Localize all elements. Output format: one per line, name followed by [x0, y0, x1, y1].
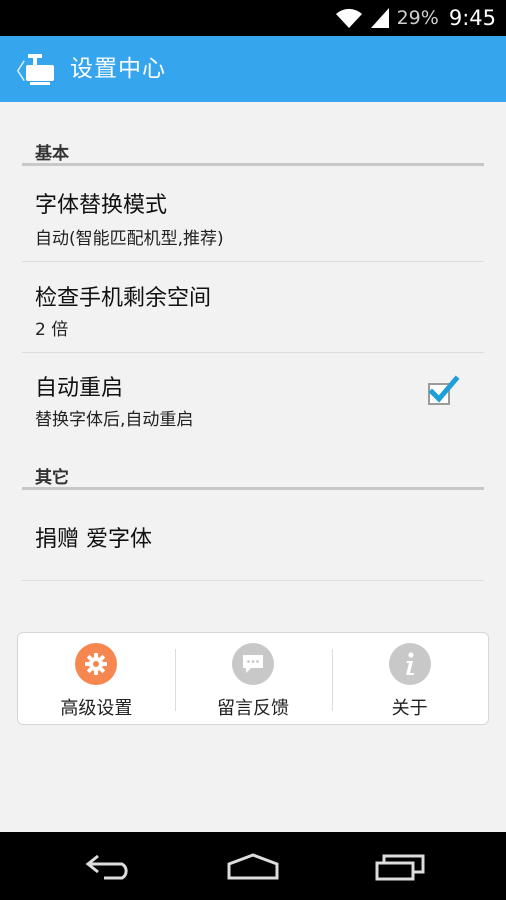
advanced-settings-label: 高级设置: [60, 698, 133, 719]
pref-auto-reboot[interactable]: 自动重启 替换字体后,自动重启: [22, 353, 484, 443]
section-header-basic: 基本: [22, 132, 484, 166]
wifi-icon: [335, 8, 362, 28]
about-button[interactable]: 关于: [331, 633, 488, 724]
home-nav-icon[interactable]: [226, 852, 280, 882]
section-header-label: 基本: [35, 144, 69, 164]
pref-title: 捐赠 爱字体: [35, 527, 152, 552]
advanced-settings-button[interactable]: 高级设置: [18, 633, 175, 724]
chat-bubble-icon: [232, 643, 274, 685]
section-header-label: 其它: [35, 468, 69, 488]
panel-divider: [175, 649, 176, 711]
status-bar: 29% 9:45: [0, 0, 506, 36]
signal-icon: [370, 8, 389, 28]
about-label: 关于: [391, 698, 428, 719]
back-nav-icon[interactable]: [84, 852, 134, 880]
pref-font-mode[interactable]: 字体替换模式 自动(智能匹配机型,推荐): [22, 169, 484, 262]
pref-storage-check[interactable]: 检查手机剩余空间 2 倍: [22, 262, 484, 353]
app-logo-icon[interactable]: [24, 52, 56, 86]
pref-title: 自动重启: [35, 376, 124, 401]
bottom-action-panel: 高级设置 留言反馈 关于: [17, 632, 489, 725]
auto-reboot-checkbox[interactable]: [428, 375, 460, 405]
page-title: 设置中心: [70, 56, 166, 82]
action-bar: 〈 设置中心: [0, 36, 506, 102]
pref-summary: 自动(智能匹配机型,推荐): [35, 229, 224, 249]
status-icons: 29% 9:45: [335, 4, 496, 32]
clock: 9:45: [448, 6, 496, 30]
info-icon: [388, 643, 431, 685]
pref-summary: 替换字体后,自动重启: [35, 410, 194, 430]
back-chevron-icon[interactable]: 〈: [4, 54, 26, 86]
pref-donate[interactable]: 捐赠 爱字体: [22, 490, 484, 581]
divider: [22, 580, 484, 581]
pref-summary: 2 倍: [35, 320, 69, 340]
navigation-bar: [0, 832, 506, 900]
pref-title: 检查手机剩余空间: [35, 286, 212, 311]
pref-title: 字体替换模式: [35, 193, 168, 218]
section-header-other: 其它: [22, 456, 484, 490]
feedback-button[interactable]: 留言反馈: [175, 633, 332, 724]
battery-percentage: 29%: [396, 7, 439, 29]
gear-icon: [75, 643, 118, 685]
checkmark-icon: [428, 375, 460, 403]
panel-divider: [332, 649, 333, 711]
feedback-label: 留言反馈: [217, 698, 289, 719]
section-divider: [22, 163, 484, 166]
recent-apps-nav-icon[interactable]: [374, 852, 428, 882]
